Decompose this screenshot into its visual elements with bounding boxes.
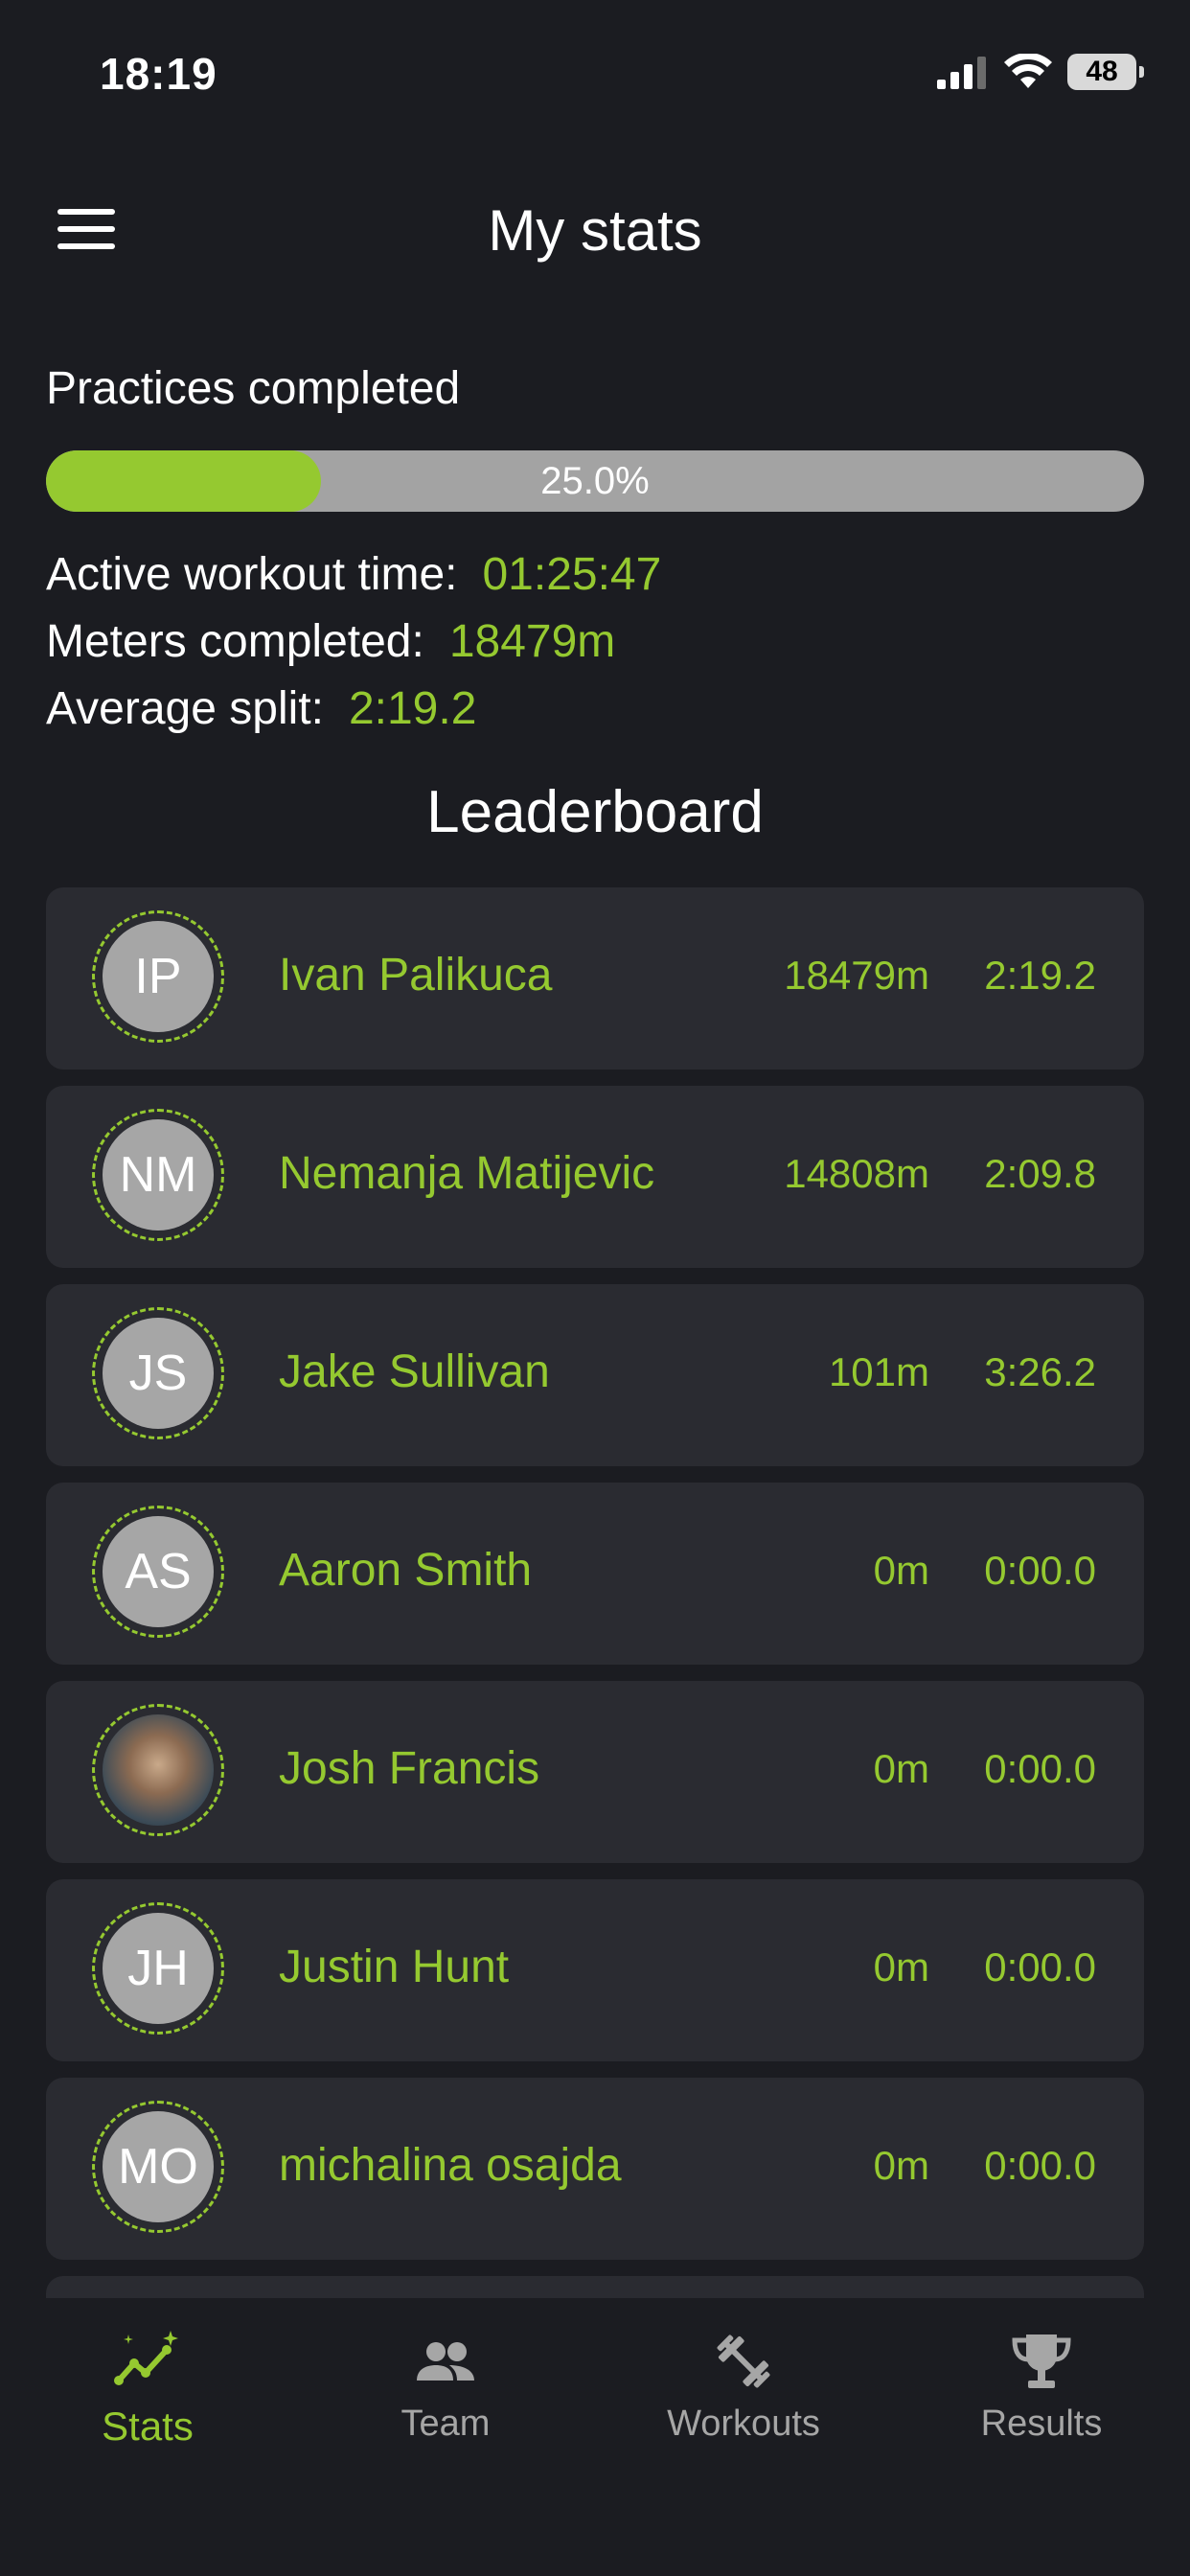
avatar-ring: MO: [92, 2101, 224, 2233]
avatar: JS: [103, 1318, 214, 1429]
leaderboard-row[interactable]: Josh Francis 0m 0:00.0: [46, 1681, 1144, 1863]
status-icons: 48: [937, 54, 1144, 90]
wifi-icon: [1004, 54, 1052, 88]
header: My stats: [0, 172, 1190, 288]
athlete-split: 0:00.0: [984, 1944, 1096, 1990]
avatar: MO: [103, 2111, 214, 2222]
athlete-name: michalina osajda: [279, 2140, 622, 2191]
athlete-meters: 0m: [873, 1548, 929, 1593]
stat-label: Meters completed:: [46, 616, 424, 667]
tab-workouts[interactable]: Workouts: [648, 2327, 839, 2445]
status-bar: 18:19 48: [0, 0, 1190, 144]
leaderboard-list: IP Ivan Palikuca 18479m 2:19.2 NM Nemanj…: [46, 887, 1144, 2474]
stat-label: Active workout time:: [46, 549, 458, 600]
stat-label: Average split:: [46, 683, 324, 734]
avatar: NM: [103, 1119, 214, 1230]
leaderboard-row[interactable]: AS Aaron Smith 0m 0:00.0: [46, 1483, 1144, 1665]
athlete-split: 3:26.2: [984, 1349, 1096, 1394]
workouts-icon: [717, 2334, 770, 2388]
practices-label: Practices completed: [46, 363, 461, 414]
tab-team[interactable]: Team: [350, 2327, 541, 2445]
athlete-meters: 0m: [873, 1746, 929, 1791]
avatar-ring: IP: [92, 910, 224, 1043]
athlete-split: 2:19.2: [984, 953, 1096, 998]
signal-icon: [937, 57, 986, 89]
avatar-photo: [103, 1714, 214, 1826]
athlete-name: Ivan Palikuca: [279, 950, 553, 1000]
avatar-ring: JH: [92, 1902, 224, 2035]
athlete-split: 2:09.8: [984, 1151, 1096, 1196]
athlete-split: 0:00.0: [984, 2143, 1096, 2188]
tab-stats[interactable]: Stats: [52, 2327, 243, 2450]
tab-label: Stats: [102, 2404, 194, 2449]
avatar: AS: [103, 1516, 214, 1627]
tab-results[interactable]: Results: [946, 2327, 1137, 2445]
tab-bar: Stats Team Workouts Results: [0, 2298, 1190, 2576]
stat-value: 18479m: [448, 616, 616, 667]
athlete-meters: 18479m: [784, 953, 929, 998]
avatar: IP: [103, 921, 214, 1032]
athlete-meters: 0m: [873, 2143, 929, 2188]
athlete-name: Justin Hunt: [279, 1942, 510, 1992]
avatar-ring: [92, 1704, 224, 1836]
tab-label: Workouts: [667, 2404, 820, 2444]
leaderboard-row[interactable]: IP Ivan Palikuca 18479m 2:19.2: [46, 887, 1144, 1070]
leaderboard-title: Leaderboard: [426, 779, 764, 845]
team-icon: [417, 2342, 474, 2380]
tab-label: Team: [400, 2404, 491, 2444]
athlete-split: 0:00.0: [984, 1548, 1096, 1593]
athlete-name: Aaron Smith: [279, 1545, 533, 1596]
stat-average-split: Average split: 2:19.2: [46, 682, 476, 735]
stat-value: 01:25:47: [482, 549, 662, 600]
leaderboard-row[interactable]: JH Justin Hunt 0m 0:00.0: [46, 1879, 1144, 2061]
results-icon: [1012, 2334, 1071, 2388]
battery-icon: 48: [1067, 54, 1144, 90]
battery-level: 48: [1086, 56, 1118, 87]
athlete-meters: 14808m: [784, 1151, 929, 1196]
stats-icon: [114, 2331, 178, 2385]
leaderboard-row[interactable]: JS Jake Sullivan 101m 3:26.2: [46, 1284, 1144, 1466]
athlete-name: Jake Sullivan: [279, 1346, 550, 1397]
stat-meters-completed: Meters completed: 18479m: [46, 615, 615, 668]
avatar-ring: JS: [92, 1307, 224, 1439]
tab-label: Results: [980, 2404, 1103, 2444]
status-time: 18:19: [100, 49, 217, 99]
athlete-split: 0:00.0: [984, 1746, 1096, 1791]
stat-value: 2:19.2: [348, 683, 477, 734]
practices-progress-bar: 25.0%: [46, 450, 1144, 512]
leaderboard-row[interactable]: MO michalina osajda 0m 0:00.0: [46, 2078, 1144, 2260]
athlete-name: Nemanja Matijevic: [279, 1148, 655, 1199]
avatar-ring: NM: [92, 1109, 224, 1241]
stat-active-workout-time: Active workout time: 01:25:47: [46, 548, 661, 601]
athlete-meters: 0m: [873, 1944, 929, 1990]
progress-text: 25.0%: [540, 460, 650, 502]
page-title: My stats: [488, 198, 702, 263]
avatar: JH: [103, 1913, 214, 2024]
leaderboard-row[interactable]: NM Nemanja Matijevic 14808m 2:09.8: [46, 1086, 1144, 1268]
athlete-meters: 101m: [828, 1349, 929, 1394]
avatar-ring: AS: [92, 1506, 224, 1638]
athlete-name: Josh Francis: [279, 1743, 540, 1794]
